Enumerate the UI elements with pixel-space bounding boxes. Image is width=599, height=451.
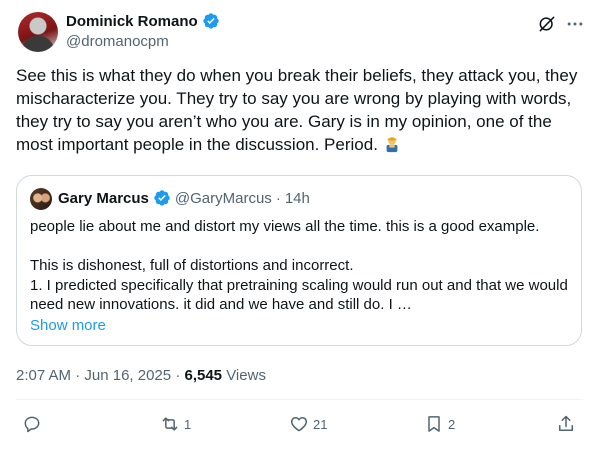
author-display-name[interactable]: Dominick Romano — [66, 13, 198, 30]
tweet-meta-line: 2:07 AM · Jun 16, 2025 · 6,545 Views — [16, 367, 266, 384]
quoted-line-1: people lie about me and distort my views… — [30, 218, 540, 235]
quoted-author-avatar[interactable] — [30, 188, 52, 210]
bookmark-count: 2 — [448, 416, 456, 432]
like-count: 21 — [313, 416, 328, 432]
divider — [16, 399, 583, 400]
bookmark-button[interactable]: 2 — [424, 414, 455, 434]
tweet-body: See this is what they do when you break … — [16, 66, 578, 154]
heart-icon — [290, 417, 308, 432]
meta-separator-1: · — [75, 367, 81, 384]
grok-icon[interactable] — [537, 14, 557, 34]
meta-separator-2: · — [175, 367, 181, 384]
tweet-date[interactable]: Jun 16, 2025 — [84, 367, 171, 384]
share-icon — [559, 415, 573, 431]
quoted-tweet-card[interactable]: Gary Marcus @GaryMarcus · 14h people lie… — [16, 175, 582, 346]
quoted-tweet-text: people lie about me and distort my views… — [30, 217, 570, 315]
quoted-line-3: 1. I predicted specifically that pretrai… — [30, 276, 568, 314]
views-count: 6,545 — [184, 367, 223, 384]
quoted-separator: · — [275, 189, 281, 207]
repost-button[interactable]: 1 — [160, 414, 191, 434]
tweet-time[interactable]: 2:07 AM — [16, 367, 71, 384]
more-icon[interactable] — [565, 14, 585, 34]
author-handle[interactable]: @dromanocpm — [66, 33, 169, 50]
like-button[interactable]: 21 — [289, 414, 327, 434]
quoted-author-name[interactable]: Gary Marcus — [58, 190, 149, 207]
tweet-text: See this is what they do when you break … — [16, 64, 586, 156]
farmer-emoji — [386, 137, 398, 153]
reply-button[interactable] — [22, 414, 46, 434]
bookmark-icon — [428, 416, 440, 432]
reply-icon — [24, 416, 40, 433]
author-avatar[interactable] — [18, 12, 58, 52]
quoted-verified-badge-icon — [154, 190, 170, 206]
views-label: Views — [226, 367, 266, 384]
quoted-author-handle[interactable]: @GaryMarcus — [175, 190, 272, 207]
repost-icon — [162, 417, 178, 431]
show-more-link[interactable]: Show more — [30, 317, 106, 334]
repost-count: 1 — [184, 416, 192, 432]
quoted-line-2: This is dishonest, full of distortions a… — [30, 257, 354, 274]
author-name-row: Dominick Romano — [66, 12, 220, 30]
quoted-tweet-header: Gary Marcus @GaryMarcus · 14h — [58, 189, 310, 207]
quoted-time[interactable]: 14h — [285, 190, 310, 207]
action-bar: 1 21 2 — [0, 414, 599, 438]
verified-badge-icon — [202, 13, 219, 29]
share-button[interactable] — [556, 414, 576, 434]
